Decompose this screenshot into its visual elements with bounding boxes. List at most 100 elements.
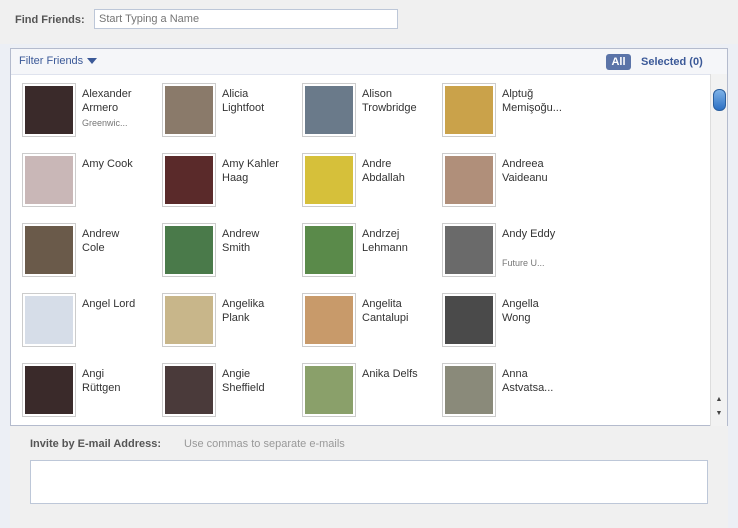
- friend-photo-image: [305, 296, 353, 344]
- friend-photo-image: [305, 226, 353, 274]
- friend-photo-image: [445, 226, 493, 274]
- friend-photo[interactable]: [302, 223, 356, 277]
- friend-photo[interactable]: [162, 223, 216, 277]
- friend-name: Angelita Cantalupi: [362, 298, 409, 324]
- friend-photo[interactable]: [22, 363, 76, 417]
- friend-photo[interactable]: [302, 83, 356, 137]
- friend-photo[interactable]: [302, 153, 356, 207]
- friend-item[interactable]: Andy Eddy Future U...: [438, 223, 578, 293]
- friend-item[interactable]: Angi Rüttgen: [18, 363, 158, 433]
- friend-photo-image: [445, 366, 493, 414]
- friend-photo-image: [25, 296, 73, 344]
- friend-item[interactable]: Angel Lord: [18, 293, 158, 363]
- friend-photo[interactable]: [162, 83, 216, 137]
- friend-item[interactable]: Andrew Cole: [18, 223, 158, 293]
- friend-item[interactable]: Amy Cook: [18, 153, 158, 223]
- friend-name: Angella Wong: [502, 298, 539, 324]
- friend-photo[interactable]: [22, 223, 76, 277]
- friend-name: Angi Rüttgen: [82, 368, 121, 394]
- friend-photo-image: [165, 366, 213, 414]
- caret-down-icon: [87, 58, 98, 65]
- friend-photo-image: [25, 156, 73, 204]
- friend-photo-image: [25, 226, 73, 274]
- friend-photo-image: [25, 366, 73, 414]
- friend-name: Amy Kahler Haag: [222, 158, 279, 184]
- find-friends-bar: Find Friends:: [0, 0, 738, 44]
- filter-friends-label: Filter Friends: [19, 55, 84, 67]
- invite-email-input[interactable]: [30, 460, 708, 504]
- friend-item[interactable]: Angie Sheffield: [158, 363, 298, 433]
- friend-photo-image: [445, 296, 493, 344]
- friend-name: Alicia Lightfoot: [222, 88, 265, 114]
- friend-photo-image: [305, 366, 353, 414]
- find-friends-label: Find Friends:: [15, 14, 85, 26]
- friend-name: Angel Lord: [82, 298, 136, 310]
- friend-network: Future U...: [502, 258, 545, 268]
- friend-photo[interactable]: [22, 83, 76, 137]
- filter-bar: Filter Friends All Selected (0): [11, 49, 727, 75]
- friend-name: Alison Trowbridge: [362, 88, 417, 114]
- friend-name: Anna Astvatsa...: [502, 368, 554, 394]
- friend-photo-image: [445, 156, 493, 204]
- friend-name: Andy Eddy: [502, 228, 556, 240]
- friend-name: Andrew Cole: [82, 228, 120, 254]
- friend-item[interactable]: Angelika Plank: [158, 293, 298, 363]
- invite-area: Invite by E-mail Address: Use commas to …: [10, 426, 728, 528]
- friends-grid: Alexander Armero Greenwic... Alicia Lightf…: [18, 83, 708, 423]
- friend-item[interactable]: Alison Trowbridge: [298, 83, 438, 153]
- scrollbar[interactable]: ▲ ▼: [710, 74, 727, 426]
- friends-panel: Filter Friends All Selected (0) Alexande…: [10, 48, 728, 426]
- friend-item[interactable]: Andreea Vaideanu: [438, 153, 578, 223]
- filter-friends-dropdown[interactable]: Filter Friends: [19, 55, 98, 67]
- friend-item[interactable]: Alexander Armero Greenwic...: [18, 83, 158, 153]
- friend-name: Angelika Plank: [222, 298, 265, 324]
- friend-network: Greenwic...: [82, 118, 128, 128]
- friend-photo-image: [165, 296, 213, 344]
- friend-photo-image: [305, 156, 353, 204]
- friend-name: Alexander Armero: [82, 88, 132, 114]
- friend-photo-image: [165, 86, 213, 134]
- friend-item[interactable]: Anna Astvatsa...: [438, 363, 578, 433]
- friend-item[interactable]: Alptuğ Memişoğu...: [438, 83, 578, 153]
- friend-item[interactable]: Angella Wong: [438, 293, 578, 363]
- friend-name: Angie Sheffield: [222, 368, 265, 394]
- scroll-up-arrow-icon[interactable]: ▲: [711, 396, 727, 403]
- friend-name: Alptuğ Memişoğu...: [502, 88, 562, 114]
- selected-link[interactable]: Selected (0): [641, 56, 703, 68]
- all-button[interactable]: All: [606, 54, 631, 70]
- friend-photo-image: [165, 226, 213, 274]
- friend-photo[interactable]: [442, 363, 496, 417]
- friend-photo-image: [165, 156, 213, 204]
- friend-name: Anika Delfs: [362, 368, 418, 380]
- friend-name: Andrew Smith: [222, 228, 260, 254]
- friend-name: Andre Abdallah: [362, 158, 405, 184]
- friend-item[interactable]: Amy Kahler Haag: [158, 153, 298, 223]
- friend-item[interactable]: Andrew Smith: [158, 223, 298, 293]
- friend-item[interactable]: Angelita Cantalupi: [298, 293, 438, 363]
- friend-name: Andrzej Lehmann: [362, 228, 408, 254]
- friend-photo[interactable]: [162, 293, 216, 347]
- friend-name: Amy Cook: [82, 158, 133, 170]
- friend-photo[interactable]: [22, 293, 76, 347]
- find-friends-input[interactable]: [94, 9, 398, 29]
- friend-photo-image: [25, 86, 73, 134]
- friend-photo[interactable]: [302, 363, 356, 417]
- friend-photo[interactable]: [442, 293, 496, 347]
- friend-item[interactable]: Anika Delfs: [298, 363, 438, 433]
- friend-photo[interactable]: [442, 153, 496, 207]
- friend-photo[interactable]: [22, 153, 76, 207]
- invite-email-label: Invite by E-mail Address:: [30, 438, 162, 450]
- scrollbar-thumb[interactable]: [713, 89, 726, 111]
- friend-item[interactable]: Andrzej Lehmann: [298, 223, 438, 293]
- friend-photo[interactable]: [162, 153, 216, 207]
- friend-photo[interactable]: [162, 363, 216, 417]
- scroll-down-arrow-icon[interactable]: ▼: [711, 410, 727, 417]
- invite-email-hint: Use commas to separate e-mails: [184, 438, 345, 450]
- friend-item[interactable]: Alicia Lightfoot: [158, 83, 298, 153]
- friend-photo[interactable]: [302, 293, 356, 347]
- friend-item[interactable]: Andre Abdallah: [298, 153, 438, 223]
- friend-photo-image: [305, 86, 353, 134]
- friend-photo[interactable]: [442, 223, 496, 277]
- friend-photo[interactable]: [442, 83, 496, 137]
- friend-photo-image: [445, 86, 493, 134]
